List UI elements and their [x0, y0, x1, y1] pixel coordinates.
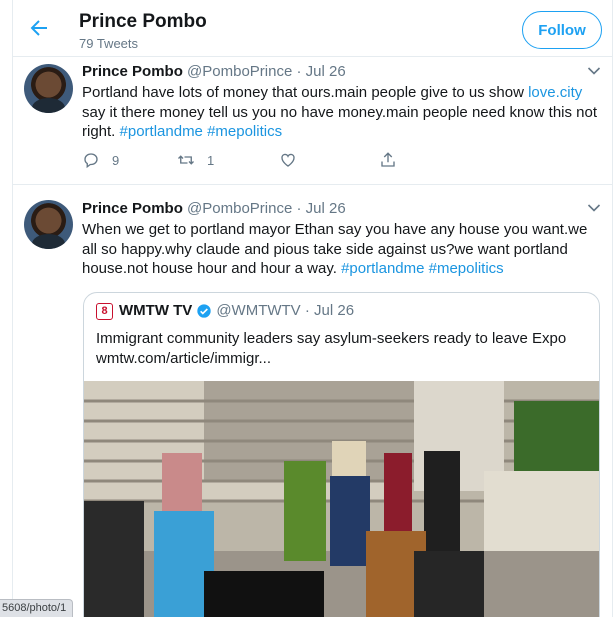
quoted-handle-date: @WMTWTV · Jul 26: [216, 302, 355, 319]
status-bar-url: 5608/photo/1: [0, 599, 74, 617]
quoted-header: WMTW TV @WMTWTV · Jul 26: [119, 302, 354, 319]
verified-badge-icon: [197, 303, 211, 318]
tweet-header: Prince Pombo @PomboPrince · Jul 26: [82, 63, 346, 80]
like-button[interactable]: [279, 150, 297, 170]
tweet-count: 79 Tweets: [79, 36, 139, 51]
tweet[interactable]: Prince Pombo @PomboPrince · Jul 26 Portl…: [13, 57, 612, 185]
profile-name: Prince Pombo: [79, 11, 207, 32]
avatar[interactable]: [24, 64, 73, 113]
quoted-author-name: WMTW TV: [119, 302, 193, 319]
tweet-header: Prince Pombo @PomboPrince · Jul 26: [82, 200, 346, 217]
avatar[interactable]: [24, 200, 73, 249]
reply-count: 9: [112, 152, 120, 168]
share-button[interactable]: [379, 150, 397, 170]
hashtags[interactable]: #portlandme #mepolitics: [120, 123, 283, 140]
tweet-text: Portland have lots of money that ours.ma…: [82, 83, 604, 142]
retweet-button[interactable]: 1: [177, 150, 214, 170]
link[interactable]: love.city: [528, 84, 582, 101]
tweet-text: When we get to portland mayor Ethan say …: [82, 220, 604, 279]
like-icon: [281, 153, 295, 167]
tweet-text-part: When we get to portland mayor Ethan say …: [82, 221, 588, 277]
profile-header: Prince Pombo 79 Tweets Follow: [13, 0, 612, 57]
hashtags[interactable]: #portlandme #mepolitics: [341, 260, 504, 277]
share-icon: [381, 152, 395, 167]
quoted-text: Immigrant community leaders say asylum-s…: [96, 330, 567, 367]
reply-button[interactable]: 9: [82, 150, 119, 170]
retweet-icon: [178, 155, 194, 165]
chevron-down-icon[interactable]: [587, 66, 601, 76]
tweet-text-part: Portland have lots of money that ours.ma…: [82, 84, 529, 101]
author-handle-date[interactable]: @PomboPrince · Jul 26: [187, 63, 346, 80]
author-handle-date[interactable]: @PomboPrince · Jul 26: [187, 200, 346, 217]
tweet[interactable]: Prince Pombo @PomboPrince · Jul 26 When …: [13, 185, 612, 617]
chevron-down-icon[interactable]: [587, 203, 601, 213]
back-arrow-icon[interactable]: [27, 16, 51, 40]
quoted-avatar[interactable]: 8: [96, 303, 113, 320]
retweet-count: 1: [207, 152, 215, 168]
author-name[interactable]: Prince Pombo: [82, 63, 183, 80]
quoted-photo[interactable]: [84, 381, 600, 617]
tweet-actions: 9 1: [82, 150, 412, 170]
reply-icon: [84, 153, 98, 169]
author-name[interactable]: Prince Pombo: [82, 200, 183, 217]
quoted-tweet[interactable]: 8 WMTW TV @WMTWTV · Jul 26 Immigrant com…: [83, 292, 600, 617]
timeline: Prince Pombo 79 Tweets Follow Prince Pom…: [12, 0, 613, 617]
follow-button[interactable]: Follow: [522, 11, 602, 49]
